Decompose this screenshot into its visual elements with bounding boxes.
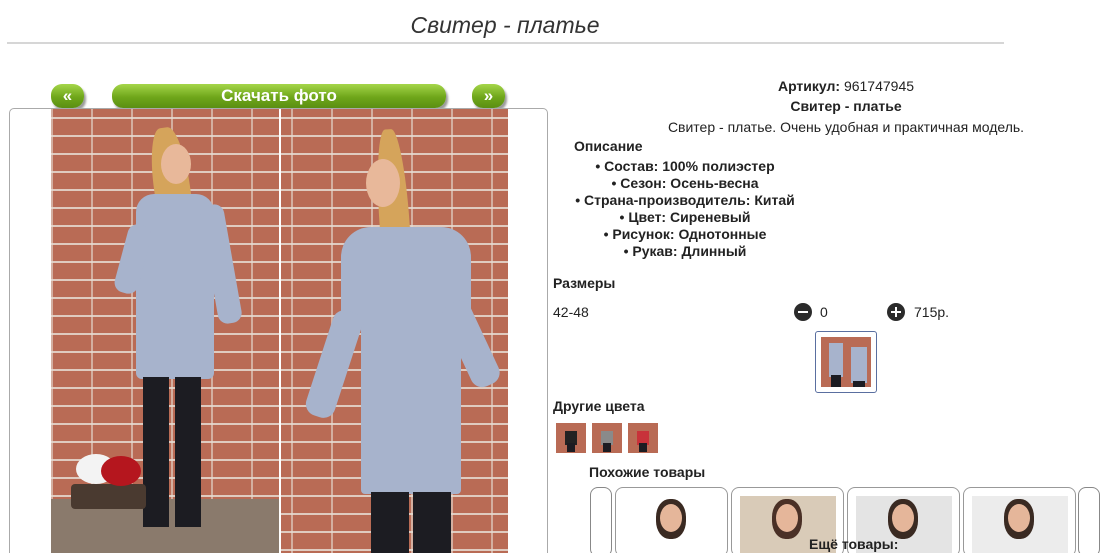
description-heading: Описание	[574, 138, 643, 154]
quantity-plus-icon[interactable]	[887, 303, 905, 321]
next-photo-button[interactable]: »	[472, 84, 505, 108]
color-variant-thumbnail[interactable]	[592, 423, 622, 453]
photo-plant	[71, 454, 151, 509]
article-line: Артикул: 961747945	[600, 78, 1092, 94]
product-name: Свитер - платье	[790, 98, 902, 114]
property-item: Цвет: Сиреневый	[560, 209, 810, 226]
color-variant-thumbnail[interactable]	[556, 423, 586, 453]
page-title: Свитер - платье	[410, 12, 600, 38]
article-label: Артикул:	[777, 78, 841, 94]
quantity-value: 0	[820, 304, 828, 320]
prev-photo-button[interactable]: «	[51, 84, 84, 108]
similar-products-heading: Похожие товары	[589, 464, 706, 480]
download-photo-button[interactable]: Скачать фото	[112, 84, 446, 108]
carousel-prev-button[interactable]	[590, 487, 612, 553]
color-variant-thumbnail[interactable]	[628, 423, 658, 453]
product-description: Свитер - платье. Очень удобная и практич…	[667, 119, 1025, 135]
property-item: Рисунок: Однотонные	[560, 226, 810, 243]
property-item: Рукав: Длинный	[560, 243, 810, 260]
property-item: Страна-производитель: Китай	[560, 192, 810, 209]
similar-product-card[interactable]	[963, 487, 1076, 553]
property-list: Состав: 100% полиэстер Сезон: Осень-весн…	[560, 158, 810, 260]
product-photo-frame	[9, 108, 548, 553]
price-value: 715р.	[914, 304, 950, 320]
article-value: 961747945	[843, 78, 915, 94]
property-item: Состав: 100% полиэстер	[560, 158, 810, 175]
carousel-next-button[interactable]	[1078, 487, 1100, 553]
quantity-minus-icon[interactable]	[794, 303, 812, 321]
title-divider	[7, 42, 1004, 44]
more-products-label: Ещё товары:	[809, 536, 899, 552]
product-photo[interactable]	[51, 109, 508, 553]
selected-photo-thumbnail[interactable]	[815, 331, 877, 393]
size-range: 42-48	[553, 304, 589, 320]
similar-product-card[interactable]	[615, 487, 728, 553]
other-colors-heading: Другие цвета	[553, 398, 645, 414]
sizes-heading: Размеры	[553, 275, 616, 291]
property-item: Сезон: Осень-весна	[560, 175, 810, 192]
